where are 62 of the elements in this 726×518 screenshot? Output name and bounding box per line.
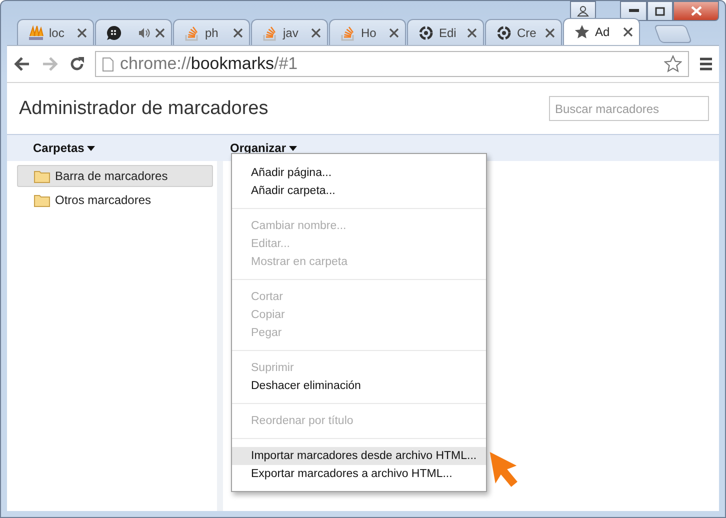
ring-icon [418,24,434,40]
browser-tab[interactable]: Cre [485,19,562,45]
folder-item[interactable]: Otros marcadores [17,189,213,211]
close-icon[interactable] [545,28,555,38]
folder-icon [34,194,50,206]
browser-tab[interactable]: ph [173,19,250,45]
minimize-icon [628,9,638,13]
maximize-button[interactable] [647,1,673,21]
search-field[interactable]: Buscar marcadores [549,96,709,121]
menu-item[interactable]: Añadir página... [232,164,486,182]
close-icon[interactable] [77,28,87,38]
menu-icon[interactable] [699,57,713,71]
close-icon[interactable] [467,28,477,38]
close-button[interactable] [673,1,719,21]
tab-title: Edi [439,26,458,40]
server-icon [28,24,44,40]
menu-item[interactable]: Añadir carpeta... [232,182,486,200]
tab-title: loc [49,26,66,40]
maximize-icon [655,6,665,16]
browser-tab[interactable]: Ad [563,18,640,45]
stack-icon [340,24,356,40]
close-icon[interactable] [155,28,165,38]
star-icon[interactable] [664,55,682,73]
browser-tab[interactable] [95,19,172,45]
browser-tab[interactable]: Ho [329,19,406,45]
address-bar[interactable]: chrome://bookmarks/#1 [95,51,689,77]
browser-tab[interactable]: Edi [407,19,484,45]
browser-tab[interactable]: jav [251,19,328,45]
folder-icon [34,170,50,182]
close-icon[interactable] [311,28,321,38]
close-icon[interactable] [233,28,243,38]
folders-menu[interactable]: Carpetas [33,141,230,155]
user-icon [577,5,589,17]
close-icon [690,6,702,16]
ring-icon [496,24,512,40]
back-icon[interactable] [13,56,31,72]
reload-icon[interactable] [69,56,85,72]
tab-title: jav [283,26,300,40]
caret-icon [87,146,96,150]
folder-label: Otros marcadores [55,193,152,207]
url-text: chrome://bookmarks/#1 [120,54,298,74]
tab-title: Ad [595,25,611,39]
organize-menu[interactable]: Organizar [230,141,298,155]
tab-title: ph [205,26,220,40]
stack-icon [184,24,200,40]
browser-tab[interactable]: loc [17,19,94,45]
minimize-button[interactable] [620,1,647,21]
menu-item[interactable]: Deshacer eliminación [232,377,486,395]
stack-icon [262,24,278,40]
chat-icon [106,24,122,40]
close-icon[interactable] [389,28,399,38]
folder-label: Barra de marcadores [55,169,168,183]
tab-title: Ho [361,26,378,40]
page-title: Administrador de marcadores [19,98,268,120]
folder-item[interactable]: Barra de marcadores [17,165,213,187]
page-icon [102,56,114,72]
menu-item[interactable]: Exportar marcadores a archivo HTML... [232,465,486,483]
menu-item[interactable]: Importar marcadores desde archivo HTML... [232,447,486,465]
star-icon [574,24,590,40]
caret-icon [289,146,298,150]
close-icon[interactable] [623,27,633,37]
tab-title: Cre [517,26,538,40]
